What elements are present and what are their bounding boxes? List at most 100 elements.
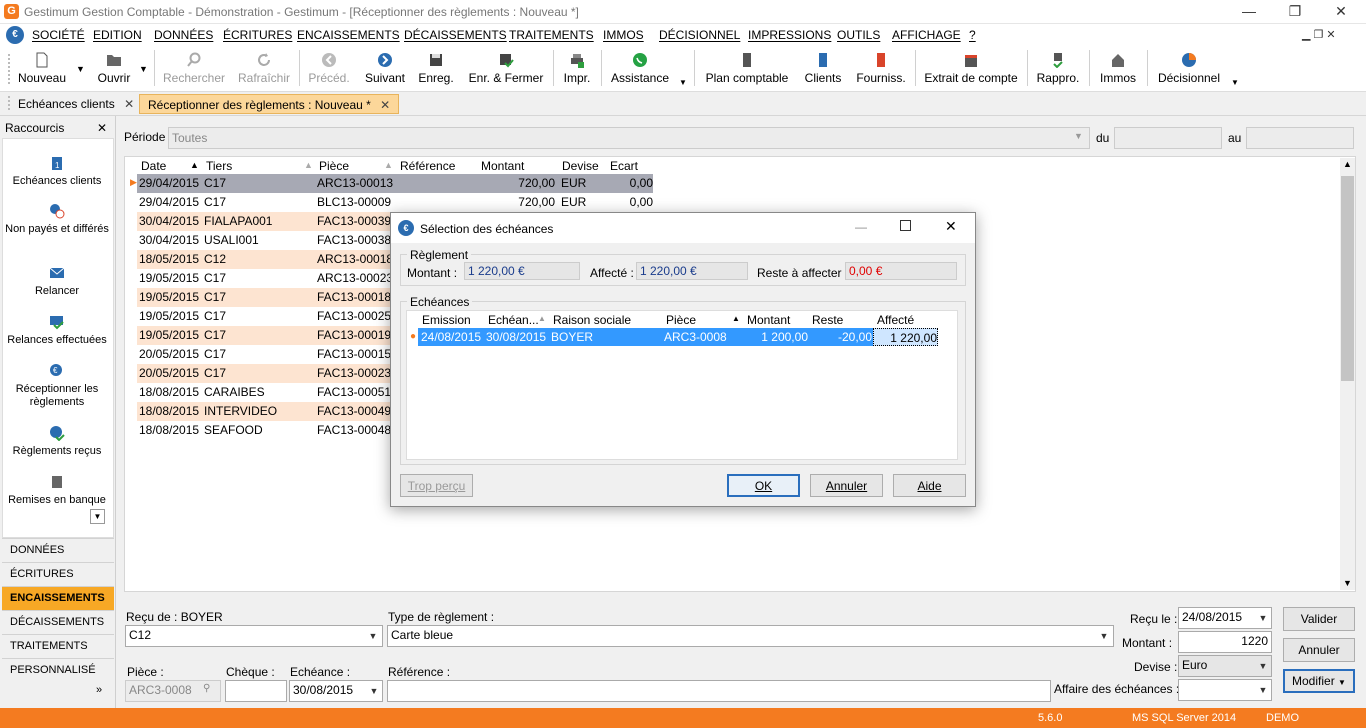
restore-icon[interactable]: ❐: [1272, 0, 1318, 24]
account-statement-button[interactable]: Extrait de compte: [922, 50, 1020, 90]
table-row[interactable]: 29/04/2015 C17 BLC13-00009 720,00 EUR 0,00: [137, 193, 653, 212]
echeance-row[interactable]: 24/08/2015 30/08/2015 BOYER ARC3-0008 1 …: [418, 328, 938, 346]
print-button[interactable]: Impr.: [560, 50, 594, 90]
reconciliation-button[interactable]: Rappro.: [1034, 50, 1082, 90]
shortcut-reglements-recus[interactable]: Règlements reçus: [2, 425, 112, 458]
dlg-col-echeance[interactable]: Echéan...: [488, 313, 539, 327]
save-button[interactable]: Enreg.: [416, 50, 456, 90]
nav-more-icon[interactable]: »: [96, 684, 102, 696]
menu-societe[interactable]: SOCIÉTÉ: [32, 28, 85, 42]
open-button[interactable]: Ouvrir: [94, 50, 134, 90]
tab-close-icon[interactable]: ✕: [380, 98, 390, 112]
dlg-col-emission[interactable]: Emission: [422, 313, 471, 327]
menu-traitements[interactable]: TRAITEMENTS: [509, 28, 594, 42]
sidebar-close-icon[interactable]: ✕: [97, 121, 107, 135]
scroll-up-icon[interactable]: ▲: [1343, 159, 1352, 169]
menu-edition[interactable]: EDITION: [93, 28, 142, 42]
dlg-col-montant[interactable]: Montant: [747, 313, 790, 327]
valider-button[interactable]: Valider: [1283, 607, 1355, 631]
col-reference[interactable]: Référence: [400, 159, 455, 173]
menu-impressions[interactable]: IMPRESSIONS: [748, 28, 831, 42]
mdi-window-controls[interactable]: ▁ ❐ ✕: [1302, 28, 1336, 41]
immos-button[interactable]: Immos: [1096, 50, 1140, 90]
close-icon[interactable]: ✕: [1318, 0, 1364, 24]
shortcut-echeances-clients[interactable]: 1 Echéances clients: [2, 155, 112, 188]
annuler-button[interactable]: Annuler: [1283, 638, 1355, 662]
shortcut-relances-effectuees[interactable]: Relances effectuées: [2, 314, 112, 347]
date-to-field[interactable]: [1246, 127, 1354, 149]
dlg-col-raison-sociale[interactable]: Raison sociale: [553, 313, 631, 327]
shortcut-relancer[interactable]: Relancer: [2, 265, 112, 298]
date-from-field[interactable]: [1114, 127, 1222, 149]
dialog-close-icon[interactable]: ✕: [945, 218, 957, 235]
shortcut-remises-banque[interactable]: Remises en banque: [2, 474, 112, 507]
nav-decaissements[interactable]: DÉCAISSEMENTS: [2, 610, 114, 634]
menu-decaissements[interactable]: DÉCAISSEMENTS: [404, 28, 507, 42]
type-reglement-select[interactable]: Carte bleue: [387, 625, 1114, 647]
table-row[interactable]: 29/04/2015 C17 ARC13-00013 720,00 EUR 0,00: [137, 174, 653, 193]
ok-button[interactable]: OK: [727, 474, 800, 497]
grid-scrollbar-thumb[interactable]: [1341, 176, 1354, 381]
menu-donnees[interactable]: DONNÉES: [154, 28, 213, 42]
dialog-minimize-icon[interactable]: —: [855, 220, 867, 234]
client-dropdown-icon[interactable]: ▼: [365, 627, 381, 645]
nav-encaissements[interactable]: ENCAISSEMENTS: [2, 586, 114, 610]
next-button[interactable]: Suivant: [362, 50, 408, 90]
col-tiers[interactable]: Tiers: [206, 159, 232, 173]
col-ecart[interactable]: Ecart: [610, 159, 638, 173]
shortcut-non-payes[interactable]: Non payés et différés: [2, 203, 112, 236]
echeance-calendar-icon[interactable]: ▼: [366, 682, 382, 700]
save-close-button[interactable]: Enr. & Fermer: [466, 50, 546, 90]
col-piece[interactable]: Pièce: [319, 159, 349, 173]
col-montant[interactable]: Montant: [481, 159, 524, 173]
nav-personnalise[interactable]: PERSONNALISÉ: [2, 658, 114, 682]
shortcuts-scroll-down-icon[interactable]: ▼: [90, 509, 105, 524]
shortcut-receptionner-reglements[interactable]: € Réceptionner les règlements: [2, 363, 112, 409]
dlg-col-piece[interactable]: Pièce: [666, 313, 696, 327]
decisionnel-button[interactable]: Décisionnel: [1154, 50, 1224, 90]
menu-immos[interactable]: IMMOS: [603, 28, 644, 42]
echeance-affecte[interactable]: 1 220,00: [873, 328, 938, 346]
dlg-col-reste[interactable]: Reste: [812, 313, 843, 327]
cheque-field[interactable]: [225, 680, 287, 702]
periode-select[interactable]: Toutes: [168, 127, 1090, 149]
toolbar-overflow-icon[interactable]: ▼: [679, 78, 687, 87]
suppliers-button[interactable]: Fourniss.: [854, 50, 908, 90]
previous-button[interactable]: Précéd.: [306, 50, 352, 90]
montant-field[interactable]: 1220: [1178, 631, 1272, 653]
toolbar-overflow-icon[interactable]: ▼: [1231, 78, 1239, 87]
chart-of-accounts-button[interactable]: Plan comptable: [702, 50, 792, 90]
client-select[interactable]: C12: [125, 625, 383, 647]
aide-button[interactable]: Aide: [893, 474, 966, 497]
periode-dropdown-icon[interactable]: ▼: [1074, 131, 1083, 141]
binoculars-icon[interactable]: ⚲: [203, 683, 210, 694]
nav-donnees[interactable]: DONNÉES: [2, 538, 114, 562]
open-dropdown-icon[interactable]: ▼: [139, 64, 148, 74]
new-dropdown-icon[interactable]: ▼: [76, 64, 85, 74]
assistance-button[interactable]: Assistance: [608, 50, 672, 90]
recu-le-calendar-icon[interactable]: ▼: [1255, 609, 1271, 627]
menu-ecritures[interactable]: ÉCRITURES: [223, 28, 292, 42]
menu-encaissements[interactable]: ENCAISSEMENTS: [297, 28, 400, 42]
tab-reception-reglements[interactable]: Réceptionner des règlements : Nouveau * …: [139, 94, 400, 114]
col-date[interactable]: Date: [141, 159, 166, 173]
dialog-annuler-button[interactable]: Annuler: [810, 474, 883, 497]
scroll-down-icon[interactable]: ▼: [1343, 578, 1352, 588]
type-reglement-dropdown-icon[interactable]: ▼: [1096, 627, 1112, 645]
trop-percu-button[interactable]: Trop perçu: [400, 474, 473, 497]
menu-help[interactable]: ?: [969, 28, 976, 42]
new-button[interactable]: Nouveau: [16, 50, 68, 90]
app-menu-icon[interactable]: €: [6, 26, 24, 44]
search-button[interactable]: Rechercher: [162, 50, 226, 90]
menu-outils[interactable]: OUTILS: [837, 28, 880, 42]
reference-field[interactable]: [387, 680, 1051, 702]
col-devise[interactable]: Devise: [562, 159, 599, 173]
minimize-icon[interactable]: —: [1226, 0, 1272, 24]
tab-echeances-clients[interactable]: Echéances clients ✕: [10, 94, 142, 114]
refresh-button[interactable]: Rafraîchir: [236, 50, 292, 90]
dlg-col-affecte[interactable]: Affecté: [877, 313, 914, 327]
affaire-dropdown-icon[interactable]: ▼: [1255, 681, 1271, 699]
nav-traitements[interactable]: TRAITEMENTS: [2, 634, 114, 658]
clients-button[interactable]: Clients: [802, 50, 844, 90]
menu-decisionnel[interactable]: DÉCISIONNEL: [659, 28, 740, 42]
